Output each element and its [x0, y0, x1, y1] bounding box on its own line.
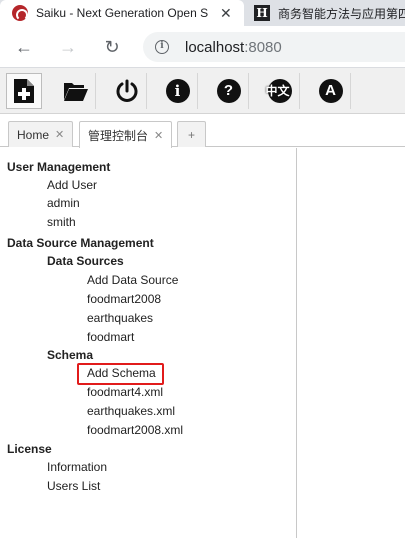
schema-item-earthquakes[interactable]: earthquakes.xml — [87, 402, 175, 421]
tab-admin-console[interactable]: 管理控制台 ✕ — [79, 121, 173, 148]
plus-icon: + — [187, 127, 195, 142]
admin-button[interactable]: A — [311, 73, 351, 109]
tab-admin-label: 管理控制台 — [88, 128, 149, 143]
section-license: License — [7, 442, 52, 456]
section-user-management: User Management — [7, 160, 111, 174]
admin-content-panel — [298, 148, 405, 538]
close-icon[interactable]: ✕ — [154, 129, 163, 142]
url-text: localhost:8080 — [185, 38, 282, 56]
help-icon: ? — [216, 79, 241, 103]
saiku-toolbar: i ? 中文 A — [0, 68, 405, 114]
forward-arrow-icon[interactable]: → — [56, 35, 80, 59]
site-info-icon[interactable]: i — [155, 40, 169, 54]
logout-button[interactable] — [107, 73, 147, 109]
browser-tab-title: 商务智能方法与应用第四 — [278, 6, 405, 21]
reload-icon[interactable]: ↻ — [100, 35, 124, 59]
language-label: 中文 — [265, 84, 290, 98]
screen: Saiku - Next Generation Open So ✕ H 商务智能… — [0, 0, 405, 538]
folder-open-icon — [63, 83, 88, 101]
help-button[interactable]: ? — [209, 73, 249, 109]
saiku-favicon-icon — [12, 5, 28, 21]
info-icon: i — [165, 79, 190, 103]
user-item-smith[interactable]: smith — [47, 213, 76, 232]
new-file-icon — [14, 79, 34, 103]
tab-home-label: Home — [17, 127, 50, 142]
browser-navbar: ← → ↻ i localhost:8080 — [0, 26, 405, 68]
open-query-button[interactable] — [56, 73, 96, 109]
globe-icon: 中文 — [265, 79, 292, 103]
about-info-button[interactable]: i — [158, 73, 198, 109]
browser-tab-saiku[interactable]: Saiku - Next Generation Open So ✕ — [0, 0, 244, 26]
subsection-data-sources: Data Sources — [47, 254, 124, 268]
datasource-item-foodmart2008[interactable]: foodmart2008 — [87, 290, 161, 309]
close-icon[interactable]: ✕ — [55, 128, 64, 141]
browser-tab-strip: Saiku - Next Generation Open So ✕ H 商务智能… — [0, 0, 405, 26]
address-bar[interactable]: i localhost:8080 — [143, 32, 405, 62]
language-button[interactable]: 中文 — [260, 73, 300, 109]
new-tab-button[interactable]: + — [177, 121, 206, 147]
admin-tree-panel: User Management Add User admin smith Dat… — [0, 148, 297, 538]
schema-item-foodmart4[interactable]: foodmart4.xml — [87, 383, 163, 402]
power-icon — [116, 79, 137, 102]
schema-item-foodmart2008[interactable]: foodmart2008.xml — [87, 421, 183, 440]
section-data-source-management: Data Source Management — [7, 236, 154, 250]
user-item-admin[interactable]: admin — [47, 194, 80, 213]
close-tab-icon[interactable]: ✕ — [220, 5, 232, 22]
add-schema-link[interactable]: Add Schema — [87, 364, 156, 383]
saiku-tab-bar: Home ✕ 管理控制台 ✕ + — [0, 117, 405, 148]
datasource-item-earthquakes[interactable]: earthquakes — [87, 309, 153, 328]
browser-tab-title: Saiku - Next Generation Open So — [36, 6, 208, 20]
browser-tab-book[interactable]: H 商务智能方法与应用第四 — [250, 0, 405, 26]
add-data-source-link[interactable]: Add Data Source — [87, 271, 178, 290]
h-favicon-icon: H — [254, 5, 270, 21]
admin-a-icon: A — [318, 79, 343, 103]
license-information-link[interactable]: Information — [47, 458, 107, 477]
add-user-link[interactable]: Add User — [47, 176, 97, 195]
new-query-button[interactable] — [6, 73, 42, 109]
datasource-item-foodmart[interactable]: foodmart — [87, 328, 134, 347]
tab-home[interactable]: Home ✕ — [8, 121, 74, 147]
license-users-list-link[interactable]: Users List — [47, 477, 100, 496]
back-arrow-icon[interactable]: ← — [12, 35, 36, 59]
